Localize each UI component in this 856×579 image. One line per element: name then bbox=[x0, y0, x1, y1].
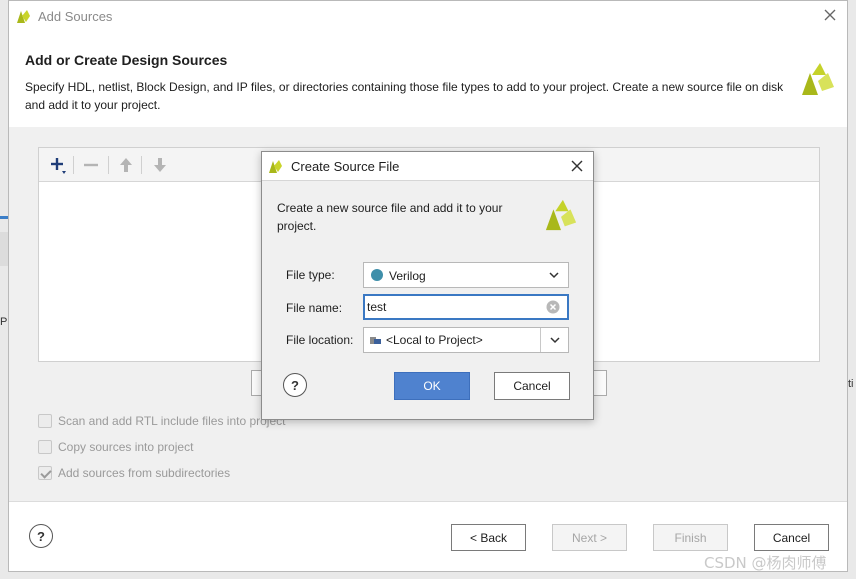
add-icon[interactable] bbox=[48, 155, 68, 175]
page-title: Add or Create Design Sources bbox=[25, 52, 228, 68]
watermark: CSDN @杨肉师傅 bbox=[704, 554, 827, 572]
file-type-select[interactable]: Verilog bbox=[363, 262, 569, 288]
clear-icon[interactable] bbox=[546, 300, 560, 314]
option-add-subdirs[interactable]: Add sources from subdirectories bbox=[38, 464, 230, 482]
finish-button[interactable]: Finish bbox=[653, 524, 728, 551]
add-subdirs-checkbox[interactable] bbox=[38, 466, 52, 480]
create-source-file-dialog: Create Source File Create a new source f… bbox=[261, 151, 594, 420]
background-text-right: ti bbox=[848, 378, 854, 390]
vivado-logo-icon bbox=[269, 160, 282, 173]
cancel-button[interactable]: Cancel bbox=[754, 524, 829, 551]
ok-button[interactable]: OK bbox=[394, 372, 470, 400]
verilog-icon bbox=[371, 269, 383, 281]
background-text-left: P bbox=[0, 316, 8, 328]
window-titlebar: Add Sources bbox=[9, 1, 847, 31]
background-app-left bbox=[0, 0, 8, 579]
scan-rtl-label: Scan and add RTL include files into proj… bbox=[58, 414, 286, 428]
chevron-down-icon bbox=[550, 337, 560, 344]
chevron-down-icon bbox=[549, 272, 559, 279]
background-row-left bbox=[0, 232, 8, 266]
footer-separator bbox=[9, 501, 847, 502]
background-app-right bbox=[848, 0, 856, 579]
file-type-label: File type: bbox=[286, 268, 335, 282]
dialog-cancel-button[interactable]: Cancel bbox=[494, 372, 570, 400]
copy-sources-checkbox[interactable] bbox=[38, 440, 52, 454]
copy-sources-label: Copy sources into project bbox=[58, 440, 194, 454]
dialog-description: Create a new source file and add it to y… bbox=[277, 201, 503, 233]
file-name-label: File name: bbox=[286, 301, 343, 315]
remove-icon[interactable] bbox=[81, 155, 101, 175]
back-button[interactable]: < Back bbox=[451, 524, 526, 551]
vivado-logo-icon bbox=[17, 10, 30, 23]
vivado-logo-large-icon bbox=[802, 63, 834, 95]
move-up-icon[interactable] bbox=[116, 155, 136, 175]
file-location-dropdown[interactable] bbox=[540, 328, 568, 352]
background-selection-left bbox=[0, 216, 8, 219]
window-title: Add Sources bbox=[38, 9, 113, 24]
dialog-close-icon[interactable] bbox=[569, 158, 585, 174]
file-location-label: File location: bbox=[286, 333, 354, 347]
scan-rtl-checkbox[interactable] bbox=[38, 414, 52, 428]
dialog-titlebar: Create Source File bbox=[262, 152, 593, 181]
option-scan-rtl[interactable]: Scan and add RTL include files into proj… bbox=[38, 412, 285, 430]
toolbar-separator bbox=[73, 156, 74, 174]
file-type-value: Verilog bbox=[389, 269, 426, 283]
add-subdirs-label: Add sources from subdirectories bbox=[58, 466, 231, 480]
close-icon[interactable] bbox=[822, 7, 838, 23]
vivado-logo-large-icon bbox=[545, 199, 577, 231]
dialog-title: Create Source File bbox=[291, 159, 400, 174]
file-location-select[interactable]: <Local to Project> bbox=[363, 327, 569, 353]
local-project-icon bbox=[370, 337, 381, 344]
move-down-icon[interactable] bbox=[150, 155, 170, 175]
file-name-input[interactable] bbox=[367, 298, 547, 316]
file-name-field[interactable] bbox=[363, 294, 569, 320]
dialog-help-button[interactable]: ? bbox=[283, 373, 307, 397]
background-app-bottom bbox=[0, 572, 856, 579]
page-description: Specify HDL, netlist, Block Design, and … bbox=[25, 80, 784, 112]
file-location-value: <Local to Project> bbox=[386, 333, 483, 347]
option-copy-sources[interactable]: Copy sources into project bbox=[38, 438, 193, 456]
toolbar-separator bbox=[108, 156, 109, 174]
next-button[interactable]: Next > bbox=[552, 524, 627, 551]
help-button[interactable]: ? bbox=[29, 524, 53, 548]
toolbar-separator bbox=[141, 156, 142, 174]
